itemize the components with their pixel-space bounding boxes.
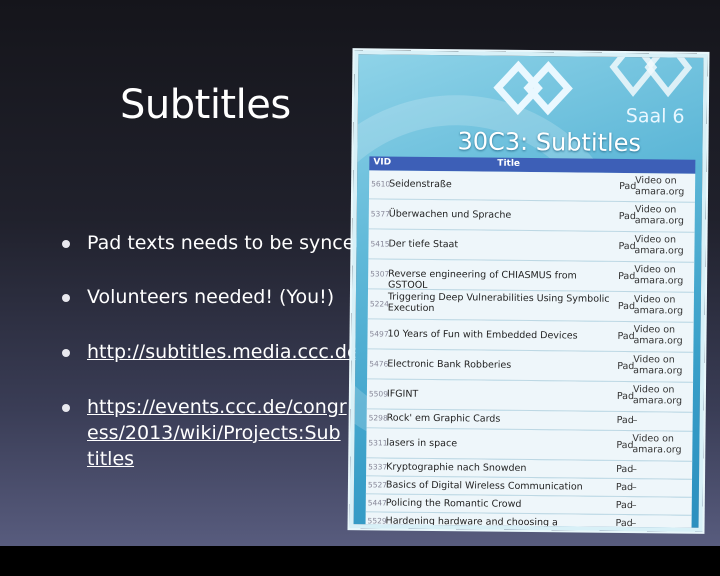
title-cell: Triggering Deep Vulnerabilities Using Sy… — [387, 291, 610, 315]
bullet-dot-icon — [62, 240, 70, 248]
bullet-text: Pad texts needs to be synced — [87, 232, 367, 254]
vid-cell: 5610 — [371, 179, 391, 189]
pad-link[interactable]: Pad — [616, 482, 633, 493]
pad-link[interactable]: Pad — [617, 391, 634, 402]
title-cell: Seidenstraße — [389, 178, 452, 191]
vid-cell: 5307 — [370, 269, 390, 279]
pad-link[interactable]: Pad — [617, 361, 634, 372]
video-link[interactable]: Video on amara.org — [634, 234, 694, 257]
vid-cell: 5298 — [368, 413, 388, 423]
room-label: Saal 6 — [625, 105, 685, 128]
vid-cell: 5224 — [369, 299, 389, 309]
video-link[interactable]: Video on amara.org — [634, 294, 694, 317]
bullet-dot-icon — [62, 404, 70, 412]
table-row: 5415 Der tiefe Staat Pad Video on amara.org — [368, 229, 695, 263]
pad-link[interactable]: Pad — [617, 415, 634, 426]
bullet-text: Volunteers needed! (You!) — [87, 286, 335, 308]
pad-link[interactable]: Pad — [616, 518, 633, 529]
table-body: 5610 Seidenstraße Pad Video on amara.org 537… — [365, 170, 696, 532]
table-row: 5497 10 Years of Fun with Embedded Device… — [367, 319, 694, 353]
bullet-dot-icon — [62, 294, 70, 302]
column-header-title: Title — [497, 158, 521, 169]
table-row: 5311 lasers in space Pad Video on amara.org — [366, 428, 693, 462]
video-link[interactable]: Video on amara.org — [632, 433, 692, 456]
subtitles-link[interactable]: http://subtitles.media.ccc.de/ — [87, 339, 367, 365]
video-link[interactable]: – — [633, 415, 693, 427]
table-row: 5529Hardening hardware and choosing a #g… — [365, 512, 692, 532]
video-link[interactable]: Video on amara.org — [633, 324, 693, 347]
wiki-link[interactable]: https://events.ccc.de/congress/2013/wiki… — [87, 394, 347, 472]
title-cell: Der tiefe Staat — [388, 238, 459, 251]
page-title: 30C3: Subtitles — [457, 127, 642, 158]
video-link[interactable]: Video on amara.org — [634, 264, 694, 287]
video-link[interactable]: Video on amara.org — [633, 354, 693, 377]
pad-link[interactable]: Pad — [616, 440, 633, 451]
vid-cell: 5497 — [369, 329, 389, 339]
30c3-logo-icon — [609, 50, 693, 98]
vid-cell: 5311 — [368, 438, 388, 448]
video-link[interactable]: Video on amara.org — [633, 384, 693, 407]
title-cell: Kryptographie nach Snowden — [386, 461, 527, 474]
pad-link[interactable]: Pad — [619, 181, 636, 192]
vid-cell: 5337 — [368, 462, 388, 472]
pad-link[interactable]: Pad — [619, 211, 636, 222]
vid-cell: 5509 — [368, 389, 389, 399]
title-cell: Rock' em Graphic Cards — [386, 412, 501, 425]
slide-title: Subtitles — [120, 82, 291, 128]
title-cell: IFGINT — [386, 388, 419, 400]
video-link[interactable]: Video on amara.org — [635, 175, 695, 198]
embedded-screenshot: Saal 6 30C3: Subtitles VID Title 5610 Sei… — [349, 50, 708, 532]
pad-link[interactable]: Pad — [616, 464, 633, 475]
title-cell: Überwachen und Sprache — [388, 208, 512, 221]
table-row: 5509 IFGINT Pad Video on amara.org — [366, 379, 694, 413]
slide: Subtitles Pad texts needs to be synced V… — [0, 0, 720, 546]
title-cell: 10 Years of Fun with Embedded Devices — [387, 328, 578, 342]
title-cell: Basics of Digital Wireless Communication — [385, 479, 583, 493]
table-row: 5610 Seidenstraße Pad Video on amara.org — [368, 170, 696, 203]
vid-cell: 5529 — [367, 516, 387, 526]
pad-link[interactable]: Pad — [616, 500, 633, 511]
vid-cell: 5527 — [367, 480, 388, 490]
table-row: 5476 Electronic Bank Robberies Pad Video on… — [367, 349, 694, 383]
video-link[interactable]: – — [632, 464, 692, 476]
pad-link[interactable]: Pad — [617, 331, 634, 342]
table-row: 5377 Überwachen und Sprache Pad Video on am… — [368, 199, 695, 233]
vid-cell: 5415 — [370, 239, 390, 249]
vid-cell: 5476 — [369, 359, 389, 369]
title-cell: Hardening hardware and choosing a #goodB… — [385, 515, 558, 532]
video-link[interactable]: – — [632, 482, 692, 494]
column-header-vid: VID — [373, 157, 392, 168]
pad-link[interactable]: Pad — [618, 241, 635, 252]
table-row: 5307 Reverse engineering of CHIASMUS from… — [368, 259, 695, 293]
video-link[interactable]: Video on amara.org — [635, 204, 695, 227]
pad-link[interactable]: Pad — [618, 301, 635, 312]
title-cell: Electronic Bank Robberies — [387, 358, 512, 371]
letterbox-bar — [0, 546, 720, 576]
title-cell: lasers in space — [386, 437, 458, 450]
title-cell: Policing the Romantic Crowd — [385, 497, 522, 510]
subtitles-table: VID Title 5610 Seidenstraße Pad Video on am… — [365, 156, 696, 532]
vid-cell: 5377 — [370, 209, 390, 219]
video-link[interactable]: – — [632, 500, 692, 512]
30c3-logo-icon — [493, 60, 573, 116]
bullet-dot-icon — [62, 349, 70, 357]
pad-link[interactable]: Pad — [618, 271, 635, 282]
vid-cell: 5447 — [367, 498, 387, 508]
table-row: 5224 Triggering Deep Vulnerabilities Usin… — [367, 289, 694, 323]
video-link[interactable]: – — [632, 518, 692, 530]
